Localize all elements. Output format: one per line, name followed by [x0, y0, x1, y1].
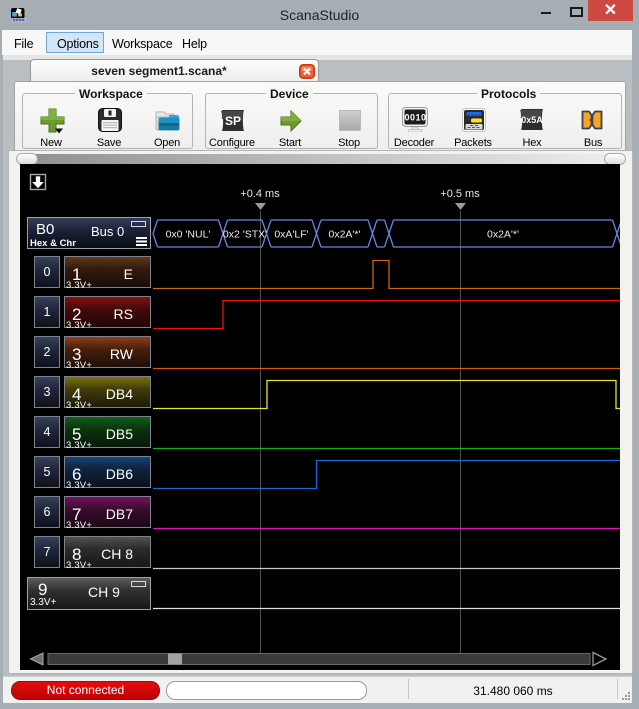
svg-text:0x5A: 0x5A — [521, 115, 543, 125]
svg-text:+0.5 ms: +0.5 ms — [440, 188, 480, 200]
svg-text:0010: 0010 — [404, 113, 426, 123]
svg-text:0x2A'*': 0x2A'*' — [328, 229, 360, 241]
svg-text:0x2 'STX': 0x2 'STX' — [223, 229, 267, 241]
svg-text:+0.4 ms: +0.4 ms — [240, 188, 280, 200]
svg-text:SP: SP — [225, 114, 241, 128]
svg-text:0xA'LF': 0xA'LF' — [274, 229, 308, 241]
svg-text:0x2A'*': 0x2A'*' — [487, 229, 519, 241]
svg-text:0x0 'NUL': 0x0 'NUL' — [166, 229, 211, 241]
